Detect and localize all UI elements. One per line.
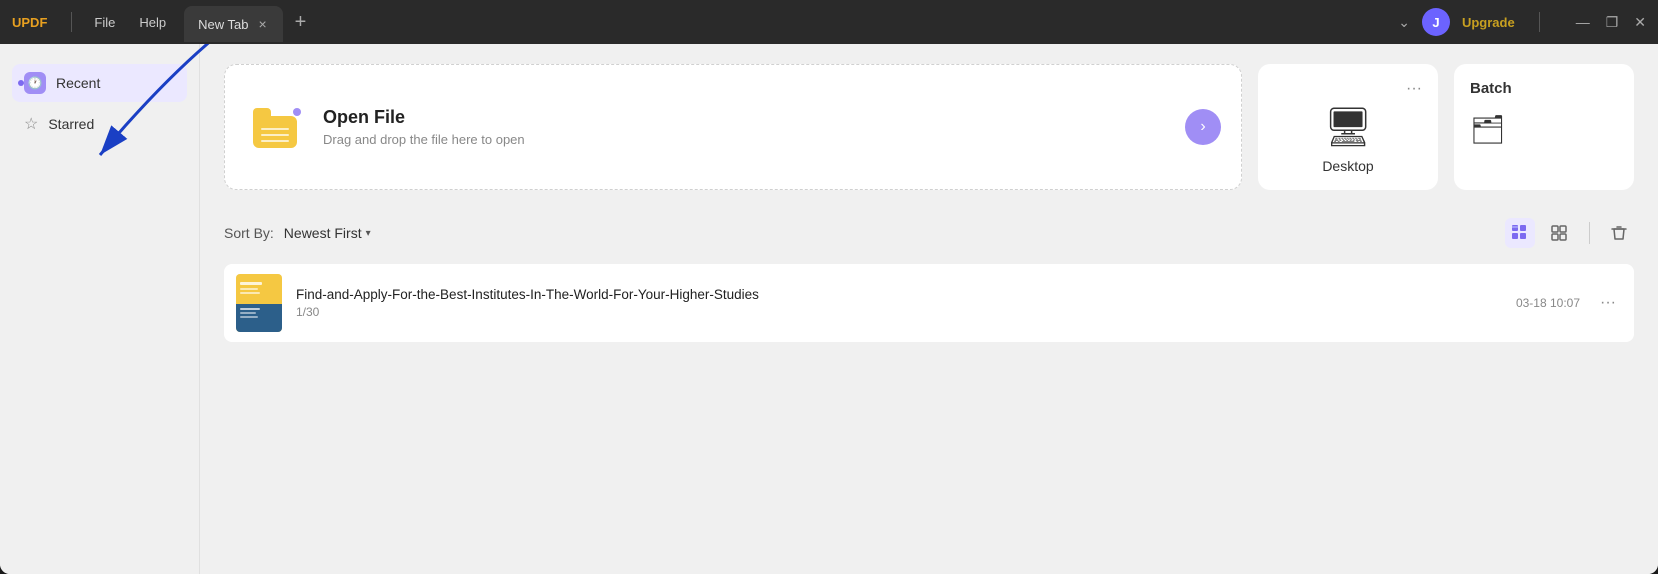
batch-icon: 🗂 bbox=[1470, 113, 1618, 146]
minimize-button[interactable]: — bbox=[1576, 14, 1590, 31]
menu-help[interactable]: Help bbox=[129, 11, 176, 34]
star-icon: ☆ bbox=[24, 114, 38, 134]
grid-view-button[interactable] bbox=[1505, 218, 1535, 248]
open-file-card[interactable]: Open File Drag and drop the file here to… bbox=[224, 64, 1242, 190]
tab-bar: New Tab × + bbox=[184, 2, 1398, 42]
file-info: Find-and-Apply-For-the-Best-Institutes-I… bbox=[296, 287, 1502, 319]
cards-row: Open File Drag and drop the file here to… bbox=[224, 64, 1634, 190]
file-name: Find-and-Apply-For-the-Best-Institutes-I… bbox=[296, 287, 1502, 302]
menu-bar: File Help bbox=[84, 11, 176, 34]
sort-bar-right bbox=[1505, 218, 1634, 248]
starred-label: Starred bbox=[48, 116, 94, 132]
file-list: Find-and-Apply-For-the-Best-Institutes-I… bbox=[224, 264, 1634, 342]
desktop-label: Desktop bbox=[1322, 158, 1373, 174]
tab-label: New Tab bbox=[198, 17, 248, 32]
sort-by-label: Sort By: bbox=[224, 225, 274, 241]
sort-bar: Sort By: Newest First ▾ bbox=[224, 218, 1634, 248]
file-more-button[interactable]: ··· bbox=[1594, 290, 1622, 316]
file-date: 03-18 10:07 bbox=[1516, 296, 1580, 310]
sidebar-item-recent[interactable]: 🕐 Recent bbox=[12, 64, 187, 102]
recent-label: Recent bbox=[56, 75, 100, 91]
menu-file[interactable]: File bbox=[84, 11, 125, 34]
sort-value: Newest First bbox=[284, 225, 362, 241]
desktop-card[interactable]: ··· 🖥 Desktop bbox=[1258, 64, 1438, 190]
file-thumbnail bbox=[236, 274, 282, 332]
folder-icon bbox=[253, 106, 303, 148]
batch-label: Batch bbox=[1470, 80, 1618, 97]
table-row[interactable]: Find-and-Apply-For-the-Best-Institutes-I… bbox=[224, 264, 1634, 342]
right-divider bbox=[1539, 12, 1540, 32]
title-divider bbox=[71, 12, 72, 32]
tab-close-button[interactable]: × bbox=[256, 14, 268, 34]
file-pages: 1/30 bbox=[296, 305, 1502, 319]
sort-view-divider bbox=[1589, 222, 1590, 244]
active-indicator bbox=[18, 80, 24, 86]
tab-add-button[interactable]: + bbox=[289, 11, 313, 34]
desktop-card-header: ··· bbox=[1274, 80, 1422, 98]
window-controls: — ❐ ✕ bbox=[1576, 14, 1646, 31]
sidebar-item-starred[interactable]: ☆ Starred bbox=[12, 106, 187, 142]
open-file-subtitle: Drag and drop the file here to open bbox=[323, 132, 525, 147]
sidebar: 🕐 Recent ☆ Starred bbox=[0, 44, 200, 574]
desktop-more-button[interactable]: ··· bbox=[1406, 80, 1422, 98]
clock-icon: 🕐 bbox=[24, 72, 46, 94]
batch-card[interactable]: Batch 🗂 bbox=[1454, 64, 1634, 190]
title-bar: UPDF File Help New Tab × + ⌄ J Upgrade —… bbox=[0, 0, 1658, 44]
list-view-button[interactable] bbox=[1545, 218, 1575, 248]
close-button[interactable]: ✕ bbox=[1634, 14, 1646, 31]
tab-new[interactable]: New Tab × bbox=[184, 6, 283, 42]
open-file-arrow-button[interactable]: › bbox=[1185, 109, 1221, 145]
title-bar-right: ⌄ J Upgrade — ❐ ✕ bbox=[1398, 8, 1646, 36]
avatar[interactable]: J bbox=[1422, 8, 1450, 36]
sort-select[interactable]: Newest First ▾ bbox=[284, 225, 371, 241]
app-body: 🕐 Recent ☆ Starred bbox=[0, 44, 1658, 574]
trash-button[interactable] bbox=[1604, 218, 1634, 248]
main-content: Open File Drag and drop the file here to… bbox=[200, 44, 1658, 574]
maximize-button[interactable]: ❐ bbox=[1606, 14, 1619, 31]
logo-text: UPDF bbox=[12, 15, 47, 30]
open-file-text: Open File Drag and drop the file here to… bbox=[323, 107, 525, 147]
open-file-title: Open File bbox=[323, 107, 525, 128]
chevron-down-icon[interactable]: ⌄ bbox=[1398, 14, 1410, 31]
app-logo: UPDF bbox=[12, 15, 47, 30]
sort-arrow-icon: ▾ bbox=[366, 228, 371, 239]
upgrade-button[interactable]: Upgrade bbox=[1462, 15, 1515, 30]
monitor-icon: 🖥 bbox=[1324, 106, 1372, 150]
